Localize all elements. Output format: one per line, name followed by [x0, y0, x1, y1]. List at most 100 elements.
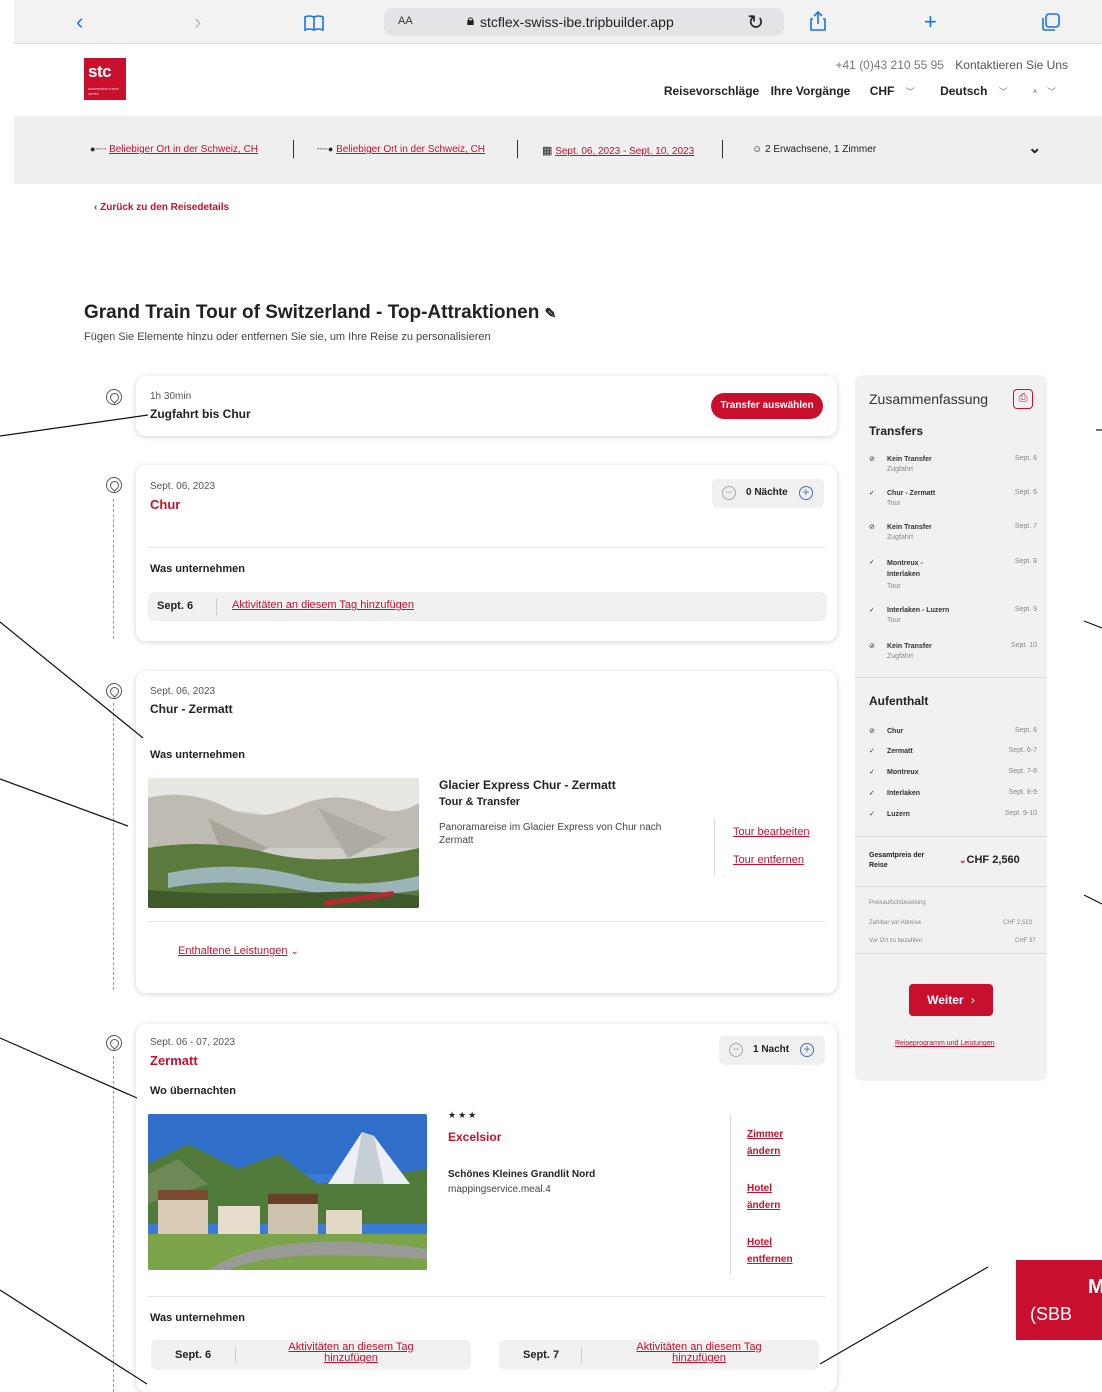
edit-tour-link[interactable]: Tour bearbeiten: [733, 826, 809, 838]
row-sub: Zugfahrt: [887, 466, 914, 473]
text-size-button[interactable]: AA: [398, 15, 413, 27]
reload-icon[interactable]: ↻: [747, 10, 764, 35]
forward-icon[interactable]: ›: [194, 10, 201, 34]
summary-transfer-row: ✓ Interlaken - Luzern Sept. 9 Tour: [869, 606, 1037, 624]
remove-tour-link[interactable]: Tour entfernen: [733, 854, 804, 866]
activity-heading: Was unternehmen: [150, 749, 245, 761]
search-to[interactable]: ┈┈● Beliebiger Ort in der Schweiz, CH: [317, 144, 485, 155]
row-name: Interlaken - Luzern: [887, 607, 950, 614]
stay-heading: Wo übernachten: [150, 1085, 236, 1097]
search-from[interactable]: ●┈┈ Beliebiger Ort in der Schweiz, CH: [90, 144, 258, 155]
summary-transfer-row: ⊘ Kein Transfer Sept. 6 Zugfahrt: [869, 455, 1037, 473]
tour-type: Tour & Transfer: [439, 796, 521, 808]
main-nav: Reisevorschläge Ihre Vorgänge CHF ﹀ Deut…: [656, 84, 1056, 98]
tour-card: Sept. 06, 2023 Chur - Zermatt Was untern…: [136, 671, 837, 993]
location-pin-icon: [106, 1035, 122, 1051]
print-icon[interactable]: ⎙: [1013, 389, 1033, 409]
minus-icon[interactable]: −: [729, 1043, 743, 1057]
chevron-down-icon[interactable]: ⌄: [1028, 138, 1041, 158]
activity-heading: Was unternehmen: [150, 563, 245, 575]
nav-bookings[interactable]: Ihre Vorgänge: [771, 84, 851, 98]
gorge-photo: [148, 778, 419, 908]
add-activity-link[interactable]: Aktivitäten an diesem Tag hinzufügen: [232, 599, 414, 611]
row-date: Sept. 9: [1014, 606, 1037, 613]
row-date: Sept. 7-8: [1008, 768, 1037, 775]
lock-icon: [467, 17, 474, 25]
row-name: Luzern: [887, 811, 910, 818]
day-label: Sept. 7: [523, 1349, 560, 1361]
divider: [293, 140, 294, 158]
currency-select[interactable]: CHF ﹀: [862, 84, 915, 98]
divider: [714, 818, 715, 875]
nights-count: 0 Nächte: [746, 487, 788, 498]
remove-hotel-line1: Hotel: [747, 1237, 772, 1248]
tour-image: [148, 778, 419, 908]
activity-heading: Was unternehmen: [150, 1312, 245, 1324]
nav-suggestions[interactable]: Reisevorschläge: [664, 84, 759, 98]
contact-link[interactable]: Kontaktieren Sie Uns: [955, 58, 1068, 72]
row-sub: Tour: [887, 617, 901, 624]
row-date: Sept. 6: [1014, 455, 1037, 462]
chevron-down-icon: ﹀: [998, 87, 1008, 97]
add-activity-link[interactable]: Aktivitäten an diesem Tag hinzufügen: [599, 1342, 799, 1364]
stc-logo[interactable]: stc switzerland travel centre: [84, 58, 126, 100]
tour-route: Chur - Zermatt: [150, 702, 233, 716]
plus-icon[interactable]: +: [799, 486, 813, 500]
account-menu[interactable]: ᴬ ﹀: [1025, 87, 1056, 97]
user-icon: ᴬ: [1033, 88, 1037, 97]
transfer-title: Zugfahrt bis Chur: [150, 407, 251, 421]
timeline-line: [113, 1056, 114, 1392]
check-icon: ✓: [869, 811, 875, 818]
prepay-label: Zahlbar vor Abreise: [869, 920, 922, 926]
edit-pencil-icon[interactable]: ✎: [545, 305, 557, 321]
divider: [730, 1114, 731, 1274]
continue-button[interactable]: Weiter ›: [909, 984, 993, 1016]
back-icon[interactable]: ‹: [76, 10, 83, 34]
callout-box: M (SBB: [1016, 1260, 1102, 1340]
total-price-value: CHF 2,560: [966, 854, 1020, 866]
logo-text: stc: [88, 62, 112, 81]
tour-date: Sept. 06, 2023: [150, 686, 216, 697]
program-link[interactable]: Reiseprogramm und Leistungen: [895, 1040, 995, 1047]
day-label: Sept. 6: [175, 1349, 212, 1361]
no-hotel-icon: ⊘: [869, 728, 875, 735]
change-room-link[interactable]: Zimmer ändern: [747, 1126, 783, 1160]
back-link[interactable]: ‹ Zurück zu den Reisedetails: [94, 202, 229, 213]
location-pin-icon: [106, 477, 122, 493]
nights-stepper: − 1 Nacht +: [719, 1036, 825, 1065]
remove-hotel-link[interactable]: Hotel entfernen: [747, 1234, 793, 1268]
included-services-toggle[interactable]: Enthaltene Leistungen ⌄: [178, 945, 299, 957]
tabs-icon[interactable]: [1042, 12, 1060, 36]
search-dates[interactable]: ▦ Sept. 06, 2023 - Sept. 10, 2023: [542, 144, 694, 157]
row-name: Montreux: [887, 769, 919, 776]
chevron-down-icon: ﹀: [905, 87, 915, 97]
add-activity-link[interactable]: Aktivitäten an diesem Tag hinzufügen: [251, 1342, 451, 1364]
select-transfer-button[interactable]: Transfer auswählen: [711, 393, 823, 419]
search-dates-text: Sept. 06, 2023 - Sept. 10, 2023: [555, 146, 695, 157]
chevron-down-icon[interactable]: ⌄: [959, 855, 967, 865]
summary-stay-row: ✓ Zermatt Sept. 6-7: [869, 747, 1037, 755]
share-icon[interactable]: [810, 10, 826, 36]
search-guests[interactable]: ☺ 2 Erwachsene, 1 Zimmer: [752, 144, 876, 155]
row-name: Montreux - Interlaken: [887, 560, 923, 578]
summary-transfer-row: ✓ Chur - Zermatt Sept. 6 Tour: [869, 489, 1037, 507]
language-select[interactable]: Deutsch ﹀: [932, 84, 1008, 98]
plus-icon[interactable]: +: [800, 1043, 814, 1057]
row-name: Kein Transfer: [887, 456, 932, 463]
bookmarks-icon[interactable]: [304, 12, 324, 36]
row-date: Sept. 8: [1014, 558, 1037, 565]
summary-transfer-row: ⊘ Kein Transfer Sept. 10 Zugfahrt: [869, 642, 1037, 660]
no-transfer-icon: ⊘: [869, 524, 875, 531]
no-transfer-icon: ⊘: [869, 643, 875, 650]
change-hotel-link[interactable]: Hotel ändern: [747, 1180, 780, 1214]
site-header: stc switzerland travel centre +41 (0)43 …: [14, 44, 1102, 116]
minus-icon[interactable]: −: [722, 486, 736, 500]
row-date: Sept. 10: [1010, 642, 1037, 649]
stay-city: Zermatt: [150, 1053, 198, 1068]
address-bar[interactable]: AA stcflex-swiss-ibe.tripbuilder.app ↻: [384, 8, 784, 36]
change-room-line1: Zimmer: [747, 1129, 784, 1140]
day-activity-row: Sept. 7 Aktivitäten an diesem Tag hinzuf…: [499, 1340, 819, 1370]
new-tab-icon[interactable]: +: [924, 10, 937, 34]
phone-number[interactable]: +41 (0)43 210 55 95: [836, 58, 944, 72]
timeline-line: [113, 499, 114, 639]
